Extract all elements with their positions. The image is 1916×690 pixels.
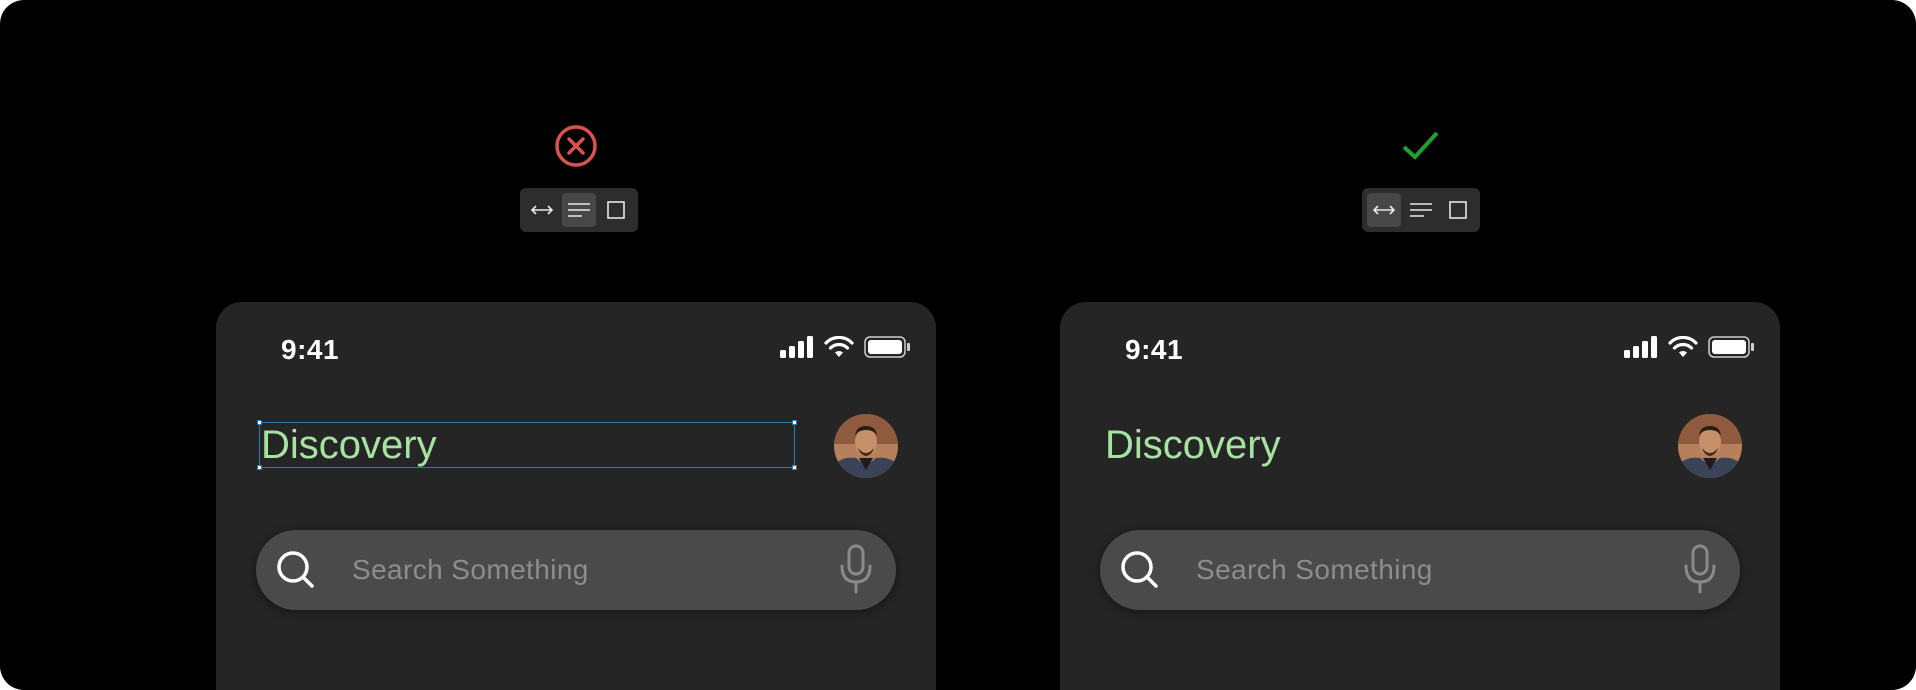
hug-width-button[interactable]: [1367, 193, 1401, 227]
fixed-width-button[interactable]: [1404, 193, 1438, 227]
resize-handle[interactable]: [257, 465, 262, 470]
fixed-width-icon: [1410, 203, 1432, 217]
resize-toolbar: [520, 188, 638, 232]
battery-icon: [1708, 336, 1754, 358]
fixed-width-button[interactable]: [562, 193, 596, 227]
battery-icon: [864, 336, 910, 358]
avatar[interactable]: [1678, 414, 1742, 478]
profile-photo: [834, 414, 898, 478]
microphone-icon[interactable]: [838, 544, 874, 596]
resize-handle[interactable]: [792, 465, 797, 470]
correct-example: 9:41 Discovery Search Something: [1060, 0, 1780, 690]
page-title[interactable]: Discovery: [1105, 422, 1281, 468]
fixed-size-icon: [1449, 201, 1467, 219]
phone-screen: 9:41 Discovery Search Something: [1060, 302, 1780, 690]
search-placeholder: Search Something: [1196, 554, 1433, 585]
wifi-icon: [1668, 336, 1698, 357]
resize-handle[interactable]: [257, 420, 262, 425]
search-bar[interactable]: Search Something: [1100, 530, 1740, 610]
fixed-width-icon: [568, 203, 590, 217]
checkmark-icon: [1402, 131, 1439, 160]
wifi-icon: [824, 336, 854, 357]
fixed-size-button[interactable]: [1441, 193, 1475, 227]
profile-photo: [1678, 414, 1742, 478]
hug-width-icon: [530, 205, 554, 215]
canvas: 9:41 Discovery Search Something 9:41 Dis…: [0, 0, 1916, 690]
incorrect-example: 9:41 Discovery Search Something: [216, 0, 936, 690]
microphone-icon[interactable]: [1682, 544, 1718, 596]
avatar[interactable]: [834, 414, 898, 478]
signal-icon: [780, 336, 813, 358]
fixed-size-button[interactable]: [599, 193, 633, 227]
phone-screen: 9:41 Discovery Search Something: [216, 302, 936, 690]
x-circle-icon: [555, 125, 597, 167]
hug-width-button[interactable]: [525, 193, 559, 227]
resize-toolbar: [1362, 188, 1480, 232]
text-selection-box: [257, 420, 797, 470]
status-icons: [1624, 336, 1754, 358]
status-time: 9:41: [281, 334, 340, 365]
hug-width-icon: [1372, 205, 1396, 215]
search-bar[interactable]: Search Something: [256, 530, 896, 610]
resize-handle[interactable]: [792, 420, 797, 425]
signal-icon: [1624, 336, 1657, 358]
search-icon: [1121, 551, 1158, 588]
search-placeholder: Search Something: [352, 554, 589, 585]
fixed-size-icon: [607, 201, 625, 219]
status-time: 9:41: [1125, 334, 1184, 365]
search-icon: [277, 551, 314, 588]
status-icons: [780, 336, 910, 358]
